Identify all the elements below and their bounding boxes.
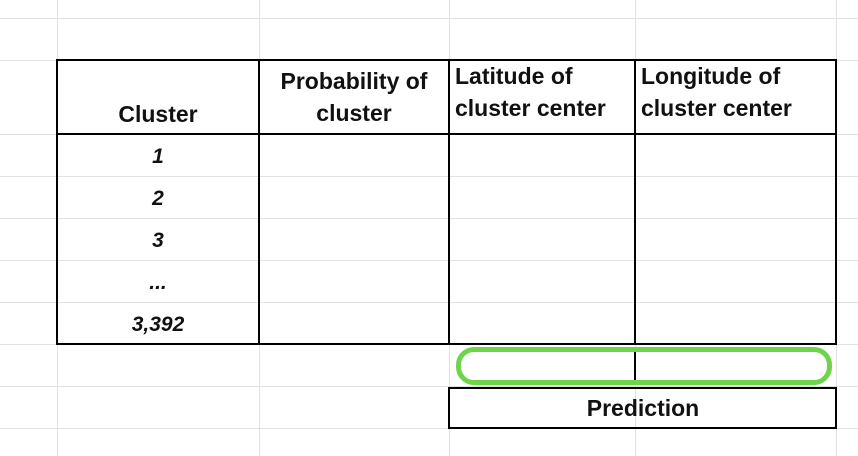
longitude-column-cells[interactable] bbox=[636, 136, 835, 344]
header-probability-line2: cluster bbox=[316, 100, 392, 126]
prediction-border-bottom bbox=[448, 427, 837, 429]
table-border-header bbox=[56, 133, 837, 135]
cluster-id: 3,392 bbox=[131, 313, 185, 336]
header-latitude-line1: Latitude of bbox=[455, 63, 573, 89]
cluster-id: ... bbox=[149, 271, 167, 294]
probability-column-cells[interactable] bbox=[260, 136, 448, 344]
header-cluster[interactable]: Cluster bbox=[57, 60, 259, 134]
prediction-label-cell[interactable]: Prediction bbox=[450, 388, 836, 428]
header-probability[interactable]: Probability of cluster bbox=[259, 60, 449, 134]
cluster-id: 3 bbox=[152, 229, 164, 252]
header-latitude-line2: cluster center bbox=[455, 95, 606, 121]
cluster-id: 1 bbox=[152, 145, 164, 168]
header-longitude-line2: cluster center bbox=[641, 95, 792, 121]
header-probability-line1: Probability of bbox=[280, 68, 428, 94]
table-row[interactable]: 3,392 bbox=[57, 304, 259, 346]
header-latitude[interactable]: Latitude of cluster center bbox=[449, 60, 635, 134]
table-border-left bbox=[56, 59, 58, 345]
table-col-divider bbox=[448, 59, 450, 345]
prediction-border-left bbox=[448, 387, 450, 429]
table-col-divider bbox=[634, 59, 636, 345]
prediction-highlight bbox=[456, 347, 832, 385]
header-cluster-label: Cluster bbox=[118, 101, 198, 127]
table-border-right bbox=[835, 59, 837, 345]
header-longitude-line1: Longitude of bbox=[641, 63, 781, 89]
prediction-border-right bbox=[835, 387, 837, 429]
prediction-label: Prediction bbox=[586, 395, 700, 421]
table-col-divider bbox=[258, 59, 260, 345]
table-row[interactable]: 2 bbox=[57, 178, 259, 220]
table-border-bottom bbox=[56, 343, 837, 345]
cluster-id: 2 bbox=[152, 187, 164, 210]
latitude-column-cells[interactable] bbox=[450, 136, 634, 344]
prediction-border-top bbox=[448, 387, 837, 389]
table-row[interactable]: 3 bbox=[57, 220, 259, 262]
table-row[interactable]: 1 bbox=[57, 136, 259, 178]
header-longitude[interactable]: Longitude of cluster center bbox=[635, 60, 836, 134]
table-border-top bbox=[56, 59, 837, 61]
table-row[interactable]: ... bbox=[57, 262, 259, 304]
